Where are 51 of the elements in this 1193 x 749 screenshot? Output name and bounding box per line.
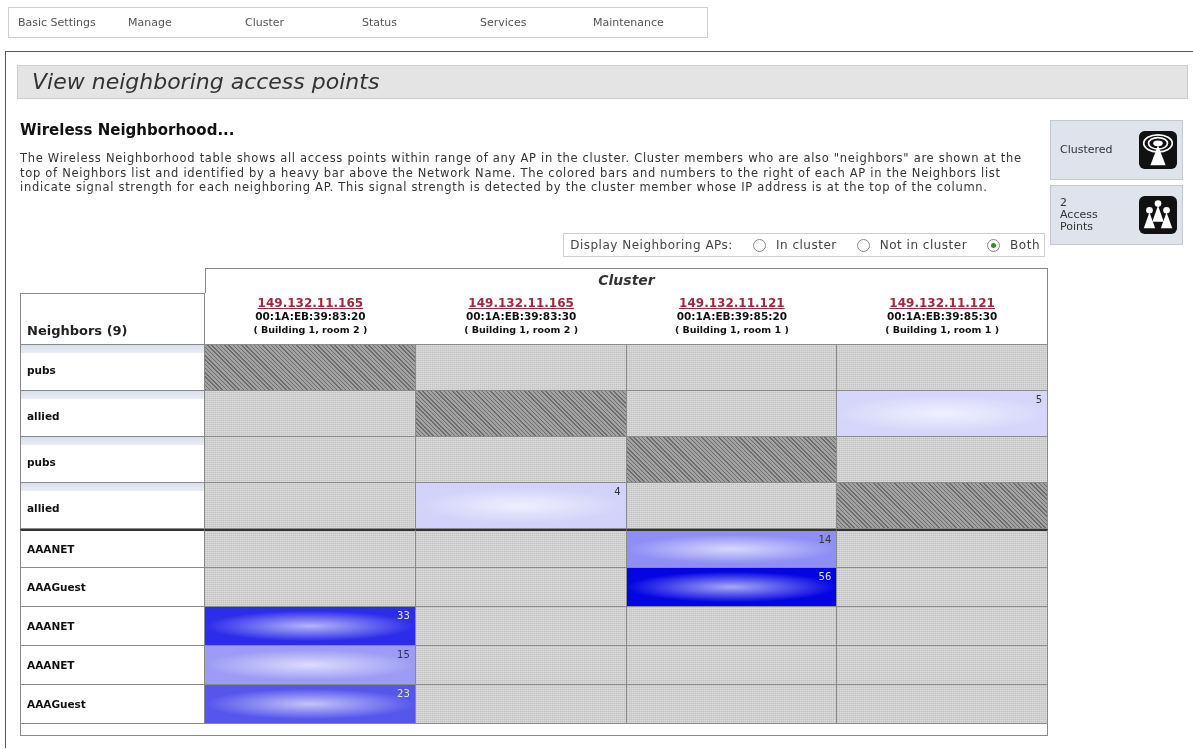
network-name: allied [27,501,60,514]
network-name: AAANET [27,659,75,671]
network-name: pubs [27,363,56,376]
location-label: ( Building 1, room 2 ) [253,323,368,336]
radio-button[interactable] [856,238,870,252]
filter-label: Display Neighboring APs: [570,238,733,252]
nav-link[interactable]: Maintenance [593,16,664,29]
signal-bar: 23 [205,685,416,724]
network-name: AAANET [27,543,75,555]
section-heading: Wireless Neighborhood... [20,120,236,140]
radio-option[interactable]: In cluster [752,238,837,252]
location-label: ( Building 1, room 1 ) [674,323,789,336]
mac-address: 00:1A:EB:39:85:20 [676,310,787,323]
ip-link[interactable]: 149.132.11.121 [889,296,995,310]
nav-link[interactable]: Basic Settings [18,16,96,29]
network-name: AAAGuest [27,581,86,593]
location-label: ( Building 1, room 1 ) [885,323,1000,336]
radio-button[interactable] [752,238,766,252]
location-label: ( Building 1, room 2 ) [464,323,579,336]
status-count: 2 [1060,197,1068,209]
antenna-icon [1139,131,1177,169]
signal-bar: 56 [626,568,838,607]
mac-address: 00:1A:EB:39:83:20 [255,310,366,323]
cluster-header: Cluster [205,268,1048,293]
network-name: AAANET [27,620,75,632]
status-label: Clustered [1060,144,1113,156]
neighbors-header: Neighbors (9) [20,293,205,345]
signal-bar: 14 [626,529,838,568]
mac-address: 00:1A:EB:39:83:30 [466,310,577,323]
ip-link[interactable]: 149.132.11.121 [679,296,785,310]
mac-address: 00:1A:EB:39:85:30 [887,310,998,323]
nav-link[interactable]: Services [480,16,527,29]
network-name: pubs [27,455,56,468]
signal-bar: 33 [205,607,416,646]
signal-bar: 5 [837,391,1048,437]
nav-link[interactable]: Cluster [245,16,285,29]
page-title: View neighboring access points [17,65,1188,99]
people-icon [1139,196,1177,234]
nav-link[interactable]: Manage [128,16,172,29]
network-name: AAAGuest [27,698,86,710]
description-text: The Wireless Neighborhood table shows all access points within range of any AP in the cluster. Cluster members who are also "neighbors" are shown at the top of Neighbors list and identified by a heavy bar above the Network Name. The colored bars and numbers to the right of each AP in the Neighbors list indicate signal strength for each neighboring AP. This signal strength is detected by the cluster member whose IP address is at the top of the column. [20,151,1023,197]
network-name: allied [27,409,60,422]
ip-link[interactable]: 149.132.11.165 [257,296,364,310]
radio-button[interactable] [987,238,1001,252]
ip-link[interactable]: 149.132.11.165 [468,296,574,310]
status-label: Access Points [1060,209,1099,233]
nav-link[interactable]: Status [362,16,398,29]
signal-bar: 15 [205,646,416,685]
radio-option[interactable]: Not in cluster [856,238,968,252]
radio-option[interactable]: Both [987,238,1040,252]
signal-bar: 4 [415,483,627,529]
